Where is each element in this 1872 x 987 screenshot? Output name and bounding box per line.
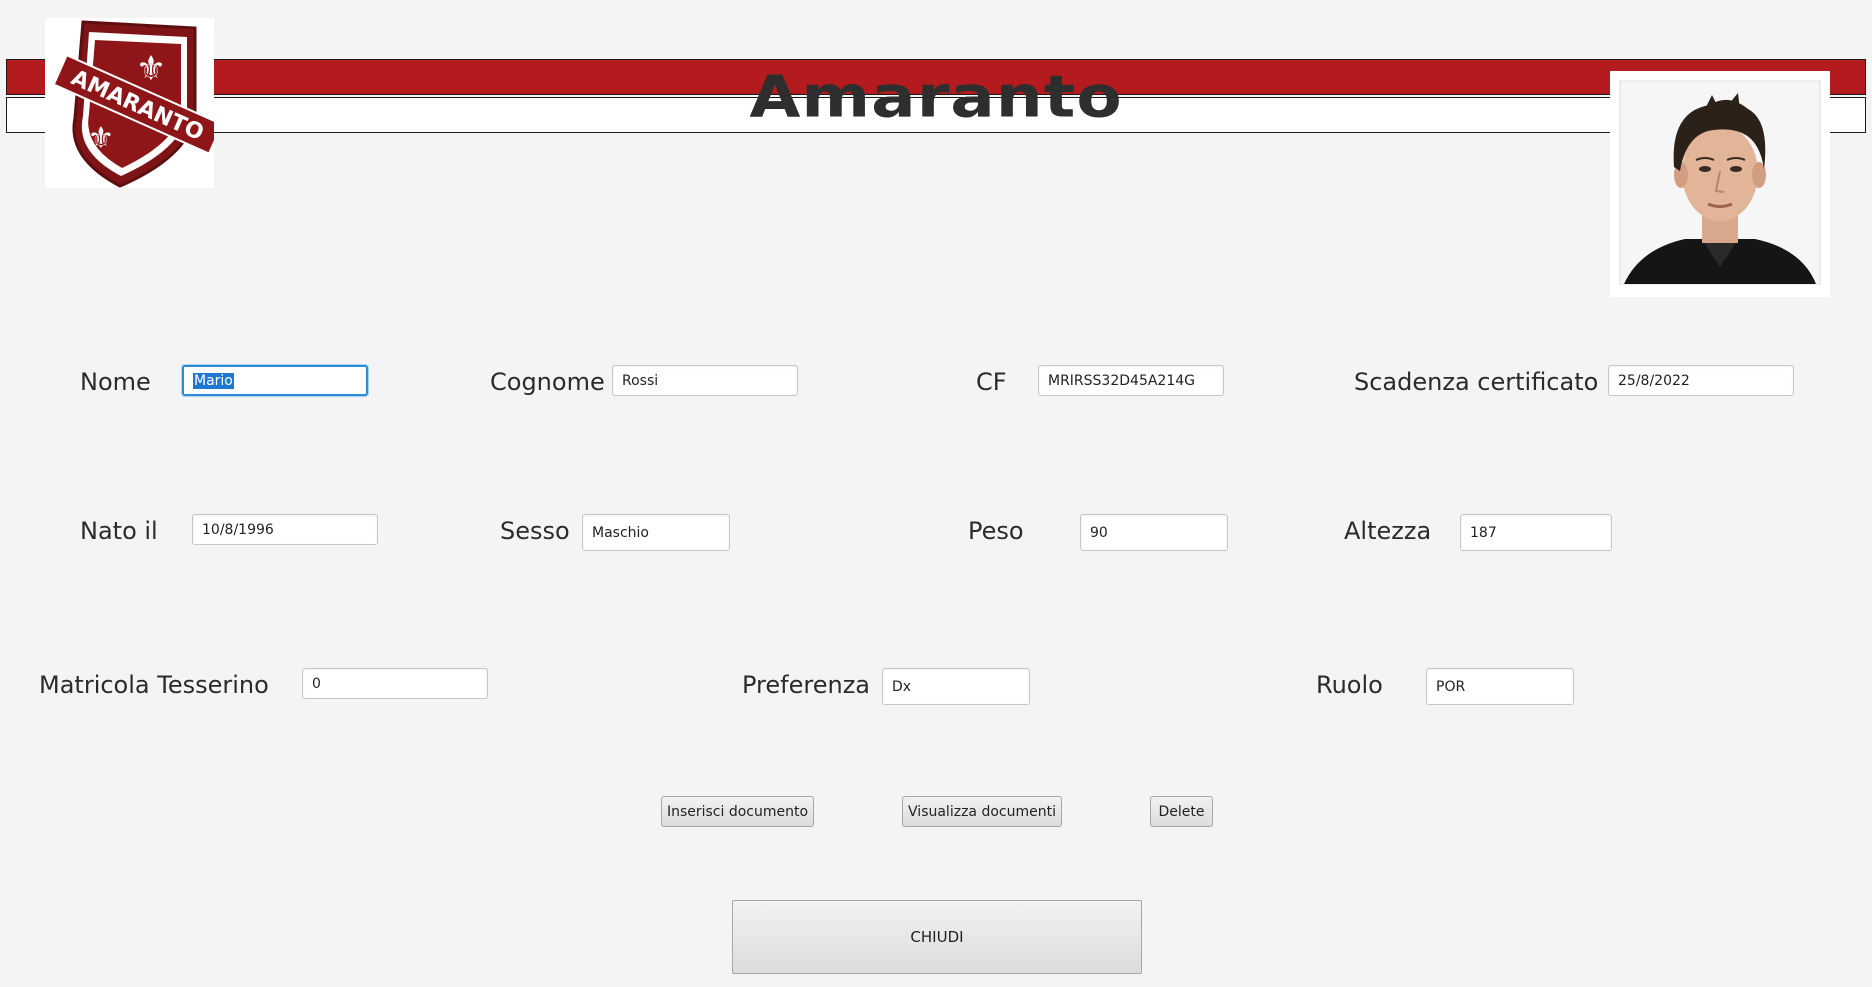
- delete-button[interactable]: Delete: [1150, 796, 1213, 827]
- inserisci-documento-button[interactable]: Inserisci documento: [661, 796, 814, 827]
- nome-field[interactable]: Mario: [182, 365, 368, 396]
- preferenza-field[interactable]: Dx: [882, 668, 1030, 705]
- nome-value: Mario: [193, 372, 234, 389]
- cognome-value: Rossi: [622, 372, 659, 389]
- matricola-field[interactable]: 0: [302, 668, 488, 699]
- sesso-value: Maschio: [592, 524, 649, 541]
- preferenza-label: Preferenza: [742, 671, 870, 699]
- cognome-label: Cognome: [490, 368, 605, 396]
- altezza-label: Altezza: [1344, 517, 1432, 545]
- matricola-value: 0: [312, 675, 321, 692]
- chiudi-button[interactable]: CHIUDI: [732, 900, 1142, 974]
- club-logo: ⚜ ⚜ AMARANTO: [45, 18, 224, 188]
- scadenza-label: Scadenza certificato: [1354, 368, 1599, 396]
- ruolo-label: Ruolo: [1316, 671, 1383, 699]
- cf-value: MRIRSS32D45A214G: [1048, 372, 1195, 389]
- profile-photo: [1610, 71, 1830, 297]
- altezza-field[interactable]: 187: [1460, 514, 1612, 551]
- ruolo-field[interactable]: POR: [1426, 668, 1574, 705]
- cf-label: CF: [976, 368, 1007, 396]
- scadenza-value: 25/8/2022: [1618, 372, 1690, 389]
- sesso-label: Sesso: [500, 517, 570, 545]
- matricola-label: Matricola Tesserino: [39, 671, 269, 699]
- cognome-field[interactable]: Rossi: [612, 365, 798, 396]
- cf-field[interactable]: MRIRSS32D45A214G: [1038, 365, 1224, 396]
- visualizza-documenti-button[interactable]: Visualizza documenti: [902, 796, 1062, 827]
- peso-value: 90: [1090, 524, 1108, 541]
- peso-label: Peso: [968, 517, 1024, 545]
- nato-il-value: 10/8/1996: [202, 521, 274, 538]
- nato-il-field[interactable]: 10/8/1996: [192, 514, 378, 545]
- altezza-value: 187: [1470, 524, 1497, 541]
- nome-label: Nome: [80, 368, 151, 396]
- ruolo-value: POR: [1436, 678, 1466, 695]
- preferenza-value: Dx: [892, 678, 912, 695]
- peso-field[interactable]: 90: [1080, 514, 1228, 551]
- scadenza-field[interactable]: 25/8/2022: [1608, 365, 1794, 396]
- app-title: Amaranto: [749, 62, 1123, 131]
- sesso-field[interactable]: Maschio: [582, 514, 730, 551]
- nato-il-label: Nato il: [80, 517, 158, 545]
- svg-text:⚜: ⚜: [136, 49, 166, 89]
- svg-text:⚜: ⚜: [88, 121, 115, 156]
